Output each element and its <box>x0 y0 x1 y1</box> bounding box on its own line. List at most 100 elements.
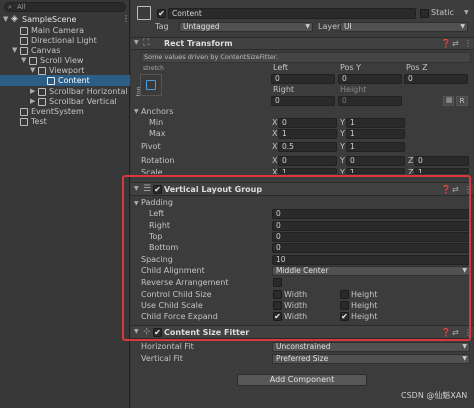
static-checkbox[interactable] <box>420 9 429 18</box>
highlight-frame <box>122 175 471 341</box>
add-component-button[interactable]: Add Component <box>237 374 367 386</box>
x-axis-label: X <box>272 129 278 138</box>
dropdown-arrow-icon: ▼ <box>460 23 465 30</box>
hierarchy-label: Content <box>58 76 90 85</box>
hierarchy-item-samplescene[interactable]: ▼ ◈ SampleScene ⋮ <box>0 14 130 25</box>
collapse-arrow-icon[interactable]: ▶ <box>30 97 35 105</box>
rotation-z-field[interactable]: 0 <box>414 156 469 166</box>
posz-field[interactable]: 0 <box>404 74 468 84</box>
gameobject-icon <box>20 118 28 126</box>
preset-icon[interactable]: ⇄ <box>452 39 459 48</box>
z-axis-label: Z <box>408 168 414 174</box>
anchor-min-x-value: 0 <box>282 118 287 127</box>
y-axis-label: Y <box>340 142 345 151</box>
collapse-arrow-icon[interactable]: ▶ <box>30 87 35 95</box>
anchor-min-x-field[interactable]: 0 <box>278 118 337 128</box>
gameobject-icon <box>38 98 46 106</box>
dropdown-arrow-icon[interactable]: ▼ <box>464 9 469 16</box>
anchor-max-x-value: 1 <box>282 129 287 138</box>
rotation-x-field[interactable]: 0 <box>278 156 337 166</box>
tag-dropdown[interactable]: Untagged ▼ <box>179 22 313 32</box>
foldout-arrow-icon[interactable]: ▼ <box>134 39 139 46</box>
vertical-fit-dropdown[interactable]: Preferred Size ▼ <box>272 354 470 364</box>
object-name-field[interactable]: Content <box>168 8 416 19</box>
height-field: 0 <box>338 96 402 106</box>
x-axis-label: X <box>272 168 278 174</box>
scale-y-field[interactable]: 1 <box>346 168 405 174</box>
hierarchy-item-content[interactable]: Content <box>0 75 130 86</box>
gameobject-icon <box>29 57 37 65</box>
anchor-max-x-field[interactable]: 1 <box>278 129 337 139</box>
rotation-z-value: 0 <box>418 156 423 165</box>
scale-label: Scale <box>141 168 163 174</box>
notice-text: Some values driven by ContentSizeFitter. <box>144 53 278 61</box>
layer-dropdown[interactable]: UI ▼ <box>340 22 468 32</box>
anchors-foldout-icon[interactable]: ▼ <box>134 108 139 115</box>
right-field[interactable]: 0 <box>271 96 335 106</box>
gameobject-icon <box>38 67 46 75</box>
vertical-fit-label: Vertical Fit <box>141 354 183 363</box>
anchor-min-y-value: 1 <box>350 118 355 127</box>
x-axis-label: X <box>272 118 278 127</box>
scale-z-value: 1 <box>418 168 423 174</box>
scale-y-value: 1 <box>350 168 355 174</box>
left-field[interactable]: 0 <box>271 74 335 84</box>
more-options-icon[interactable]: ⋮ <box>122 14 130 23</box>
pivot-y-field[interactable]: 1 <box>346 142 405 152</box>
z-axis-label: Z <box>408 156 414 165</box>
rect-transform-title: Rect Transform <box>164 39 233 48</box>
anchor-min-y-field[interactable]: 1 <box>346 118 405 128</box>
anchor-preset-top-label: stretch <box>143 65 164 72</box>
posz-value: 0 <box>408 74 413 83</box>
posy-field[interactable]: 0 <box>338 74 402 84</box>
expand-arrow-icon[interactable]: ▼ <box>21 56 26 64</box>
more-options-icon[interactable]: ⋮ <box>464 39 472 48</box>
hierarchy-item-test[interactable]: Test <box>0 116 130 127</box>
pivot-x-field[interactable]: 0.5 <box>278 142 337 152</box>
right-column-label: Right <box>273 85 295 94</box>
height-column-label: Height <box>340 85 367 94</box>
gameobject-icon <box>20 27 28 35</box>
rect-transform-header[interactable]: ▼ ⛶ Rect Transform ❓ ⇄ ⋮ <box>131 37 474 50</box>
hierarchy-label: SampleScene <box>22 15 77 24</box>
min-label: Min <box>149 118 164 127</box>
y-axis-label: Y <box>340 156 345 165</box>
gameobject-icon <box>20 108 28 116</box>
help-icon[interactable]: ❓ <box>441 39 451 48</box>
expand-arrow-icon[interactable]: ▼ <box>30 66 35 74</box>
rotation-y-value: 0 <box>350 156 355 165</box>
y-axis-label: Y <box>340 118 345 127</box>
horizontal-fit-dropdown[interactable]: Unconstrained ▼ <box>272 342 470 352</box>
anchor-stretch-icon <box>146 80 156 90</box>
watermark: CSDN @仙魁XAN <box>401 391 468 400</box>
hierarchy-search[interactable]: ⌕ All <box>4 2 126 12</box>
tag-label: Tag <box>155 22 169 31</box>
anchors-label: Anchors <box>141 107 174 116</box>
search-placeholder: All <box>17 3 26 11</box>
rotation-label: Rotation <box>141 156 175 165</box>
x-axis-label: X <box>272 156 278 165</box>
x-axis-label: X <box>272 142 278 151</box>
active-checkbox[interactable]: ✔ <box>157 9 166 18</box>
anchor-presets-button[interactable] <box>140 74 162 96</box>
expand-arrow-icon[interactable]: ▼ <box>3 15 8 23</box>
dropdown-arrow-icon: ▼ <box>462 343 467 350</box>
scale-z-field[interactable]: 1 <box>414 168 469 174</box>
layer-label: Layer <box>318 22 341 31</box>
raw-edit-button[interactable]: R <box>456 96 468 106</box>
pivot-x-value: 0.5 <box>282 142 294 151</box>
posy-value: 0 <box>342 74 347 83</box>
scale-x-value: 1 <box>282 168 287 174</box>
dropdown-arrow-icon: ▼ <box>305 23 310 30</box>
rotation-y-field[interactable]: 0 <box>346 156 405 166</box>
vertical-fit-value: Preferred Size <box>276 354 329 363</box>
unity-scene-icon: ◈ <box>11 14 18 24</box>
tag-value: Untagged <box>183 22 220 31</box>
blueprint-mode-button[interactable]: ▦ <box>443 96 454 106</box>
scale-x-field[interactable]: 1 <box>278 168 337 174</box>
hierarchy-panel: ⌕ All ▼ ◈ SampleScene ⋮ Main Camera Dire… <box>0 0 130 408</box>
add-component-label: Add Component <box>269 375 335 384</box>
expand-arrow-icon[interactable]: ▼ <box>12 46 17 54</box>
gameobject-large-icon <box>137 6 151 20</box>
anchor-max-y-field[interactable]: 1 <box>346 129 405 139</box>
